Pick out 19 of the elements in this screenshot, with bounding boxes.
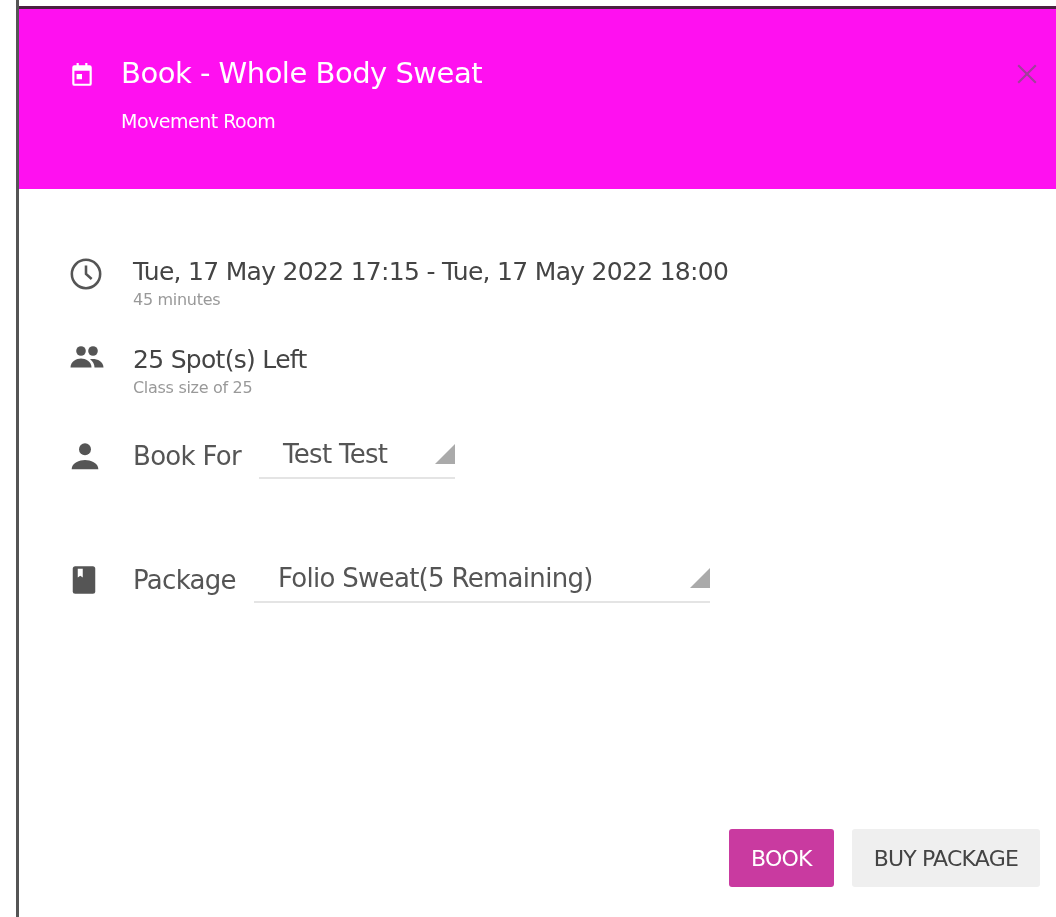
- duration-text: 45 minutes: [133, 290, 222, 309]
- dialog-subtitle: Movement Room: [121, 110, 277, 132]
- close-icon[interactable]: [1016, 63, 1038, 85]
- dialog-title: Book - Whole Body Sweat: [121, 56, 484, 90]
- spots-left-text: 25 Spot(s) Left: [133, 345, 307, 374]
- caret-icon: [689, 568, 710, 588]
- package-dropdown[interactable]: Folio Sweat(5 Remaining): [253, 557, 710, 603]
- field-label: Package: [133, 565, 236, 595]
- date-range-text: Tue, 17 May 2022 17:15 - Tue, 17 May 2022 18:00: [133, 257, 729, 286]
- field-label: Book For: [133, 441, 241, 471]
- book-button[interactable]: BOOK: [729, 829, 834, 887]
- person-icon: [69, 440, 101, 472]
- buy-package-button[interactable]: BUY PACKAGE: [851, 829, 1040, 887]
- caret-icon: [435, 444, 455, 464]
- class-size-text: Class size of 25: [133, 378, 254, 397]
- person-dropdown[interactable]: Test Test: [259, 433, 455, 479]
- people-icon: [69, 345, 105, 369]
- clock-icon: [69, 257, 103, 291]
- calendar-icon: [69, 61, 95, 89]
